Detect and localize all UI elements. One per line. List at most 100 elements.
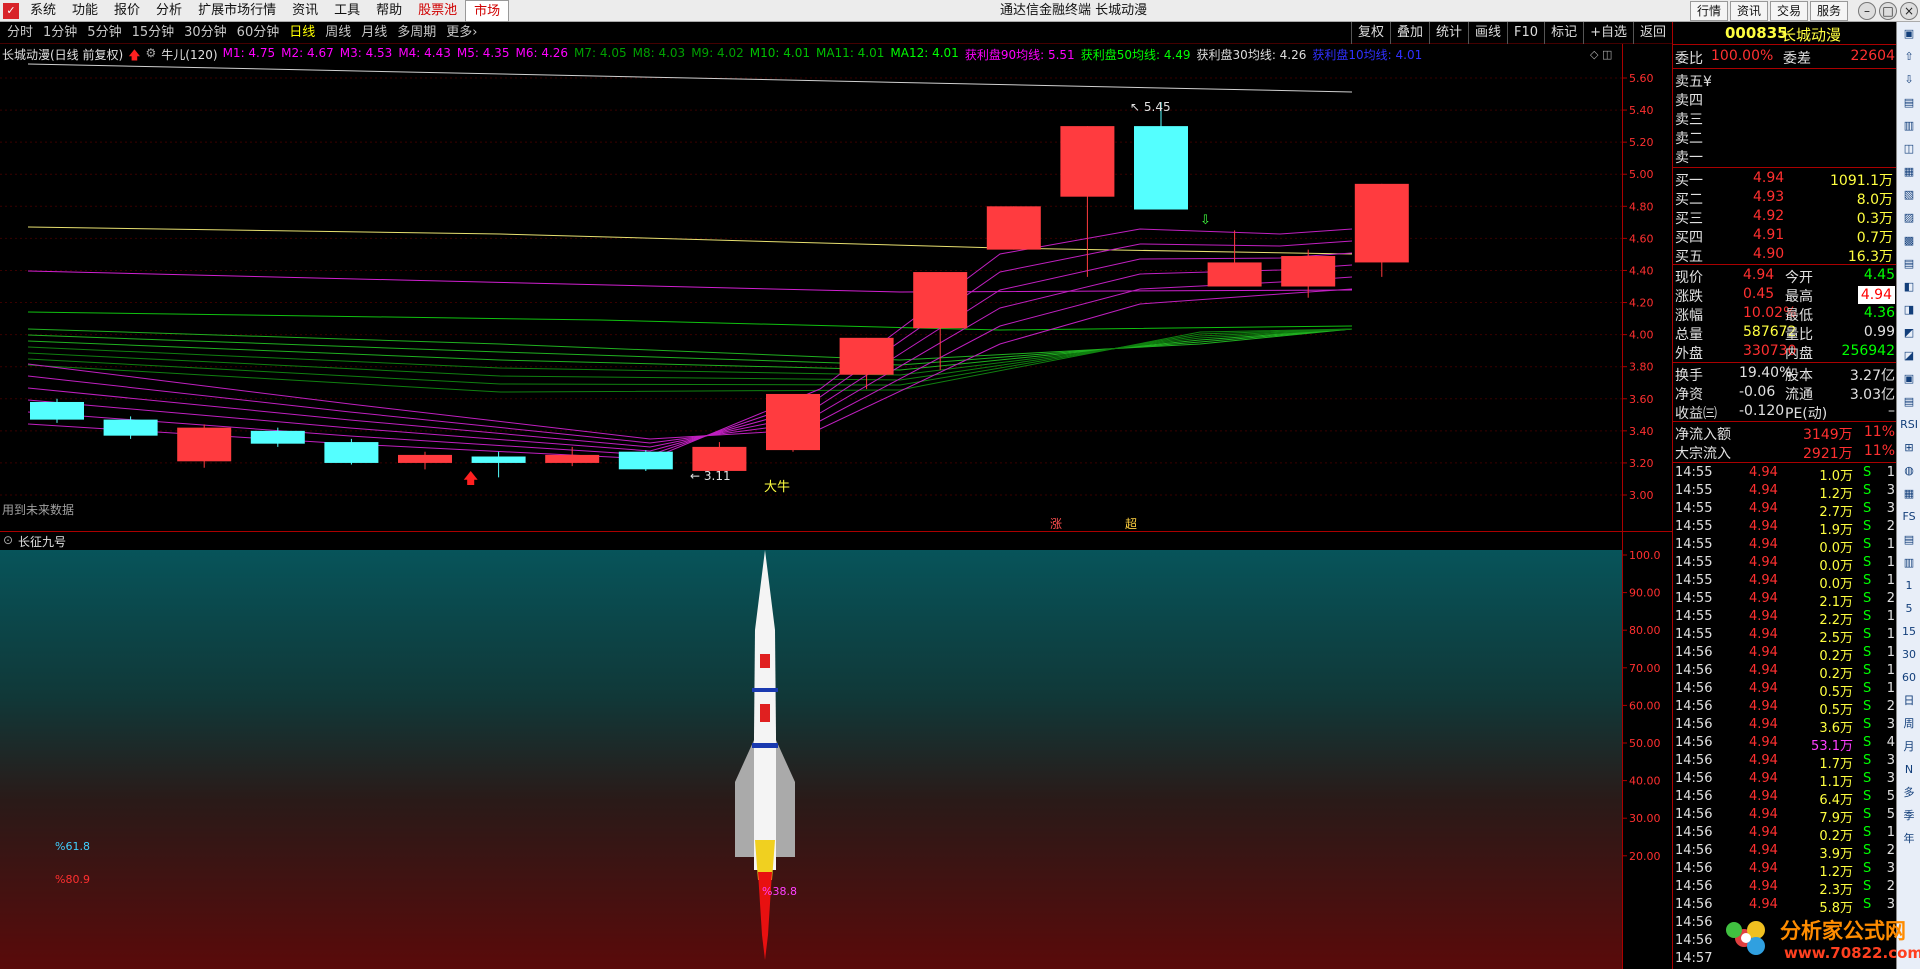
menu-item-0[interactable]: 系统 (22, 0, 64, 22)
chart-tool-3[interactable]: 画线 (1468, 22, 1507, 44)
menu-item-5[interactable]: 资讯 (284, 0, 326, 22)
tick-time: 14:56 (1675, 879, 1713, 894)
right-tool-button-20[interactable]: ▦ (1898, 483, 1920, 505)
top-button-1[interactable]: 资讯 (1729, 1, 1768, 21)
right-tool-button-31[interactable]: 月 (1898, 736, 1920, 758)
period-tab-1[interactable]: 1分钟 (38, 22, 82, 44)
settings-gear-icon[interactable]: ⚙ (146, 46, 157, 62)
price-tick: 4.40 (1629, 264, 1654, 277)
lower-indicator-title[interactable]: 长征九号 (18, 533, 66, 550)
right-tool-button-25[interactable]: 5 (1898, 598, 1920, 620)
close-icon[interactable]: × (1900, 2, 1918, 20)
right-tool-button-21[interactable]: FS (1898, 506, 1920, 528)
menu-item-2[interactable]: 报价 (106, 0, 148, 22)
top-right-buttons: 行情 资讯 交易 服务 (1688, 1, 1848, 21)
right-tool-button-12[interactable]: ◨ (1898, 299, 1920, 321)
chart-tool-6[interactable]: +自选 (1583, 22, 1633, 44)
right-tool-button-34[interactable]: 季 (1898, 805, 1920, 827)
right-tool-button-16[interactable]: ▤ (1898, 391, 1920, 413)
stock-name[interactable]: 长城动漫 (1781, 24, 1841, 45)
menu-item-4[interactable]: 扩展市场行情 (190, 0, 284, 22)
right-tool-button-6[interactable]: ▦ (1898, 161, 1920, 183)
sell-label: 卖二 (1675, 131, 1703, 147)
right-tool-button-26[interactable]: 15 (1898, 621, 1920, 643)
candle (398, 451, 452, 470)
right-tool-button-8[interactable]: ▨ (1898, 207, 1920, 229)
period-tab-6[interactable]: 日线 (284, 22, 320, 44)
right-tool-button-13[interactable]: ◩ (1898, 322, 1920, 344)
tick-row: 14:55 4.94 0.0万 S 1 (1673, 536, 1897, 556)
right-tool-button-22[interactable]: ▤ (1898, 529, 1920, 551)
menu-stock-pool[interactable]: 股票池 (410, 0, 465, 22)
right-tool-button-0[interactable]: ▣ (1898, 23, 1920, 45)
chart-tool-0[interactable]: 复权 (1350, 22, 1390, 44)
right-tool-button-2[interactable]: ⇩ (1898, 69, 1920, 91)
flow-value: 3149万 (1803, 427, 1853, 443)
right-tool-button-14[interactable]: ◪ (1898, 345, 1920, 367)
right-tool-button-17[interactable]: RSI (1898, 414, 1920, 436)
menu-item-3[interactable]: 分析 (148, 0, 190, 22)
chart-title[interactable]: 长城动漫(日线 前复权) (2, 46, 123, 62)
period-tab-8[interactable]: 月线 (356, 22, 392, 44)
tick-count: 4 (1886, 735, 1895, 750)
main-menu: 系统 功能 报价 分析 扩展市场行情 资讯 工具 帮助 股票池 市场 (22, 0, 510, 22)
indicator-name[interactable]: 牛儿(120) (161, 46, 217, 62)
period-tab-3[interactable]: 15分钟 (127, 22, 180, 44)
collapse-icon[interactable]: ⊙ (3, 533, 13, 547)
maximize-icon[interactable]: □ (1879, 2, 1897, 20)
chart-tool-5[interactable]: 标记 (1544, 22, 1583, 44)
minimize-icon[interactable]: – (1858, 2, 1876, 20)
stat-label: 涨跌 (1675, 289, 1703, 305)
right-tool-button-30[interactable]: 周 (1898, 713, 1920, 735)
right-tool-button-11[interactable]: ◧ (1898, 276, 1920, 298)
chart-tool-4[interactable]: F10 (1507, 22, 1544, 44)
right-tool-button-10[interactable]: ▤ (1898, 253, 1920, 275)
tick-side: S (1863, 807, 1872, 822)
right-tool-button-24[interactable]: 1 (1898, 575, 1920, 597)
period-tab-10[interactable]: 更多› (441, 22, 482, 44)
right-tool-button-9[interactable]: ▩ (1898, 230, 1920, 252)
period-tab-5[interactable]: 60分钟 (232, 22, 285, 44)
right-tool-button-4[interactable]: ▥ (1898, 115, 1920, 137)
right-tool-button-1[interactable]: ⇧ (1898, 46, 1920, 68)
stat-row: 涨跌 0.45 最高 4.94 (1673, 285, 1897, 305)
right-tool-button-28[interactable]: 60 (1898, 667, 1920, 689)
tick-count: 2 (1886, 519, 1895, 534)
legend-item-11: MA12: 4.01 (890, 46, 959, 60)
right-tool-button-18[interactable]: ⊞ (1898, 437, 1920, 459)
quote-panel: 000835 长城动漫 委比 100.00% 委差 22604 卖五¥ 卖四 卖三 卖二 卖一 买一 4… (1672, 22, 1897, 969)
chart-tool-7[interactable]: 返回 (1632, 22, 1672, 44)
top-button-3[interactable]: 服务 (1809, 1, 1848, 21)
top-button-2[interactable]: 交易 (1769, 1, 1808, 21)
tick-time: 14:56 (1675, 681, 1713, 696)
period-tab-4[interactable]: 30分钟 (179, 22, 232, 44)
period-tab-2[interactable]: 5分钟 (82, 22, 126, 44)
rocket-indicator-chart[interactable]: %61.8 %80.9 %38.8 (0, 550, 1622, 969)
period-tab-0[interactable]: 分时 (2, 22, 38, 44)
period-tab-9[interactable]: 多周期 (392, 22, 441, 44)
app-logo-icon[interactable]: ✓ (3, 3, 19, 19)
right-tool-button-19[interactable]: ◍ (1898, 460, 1920, 482)
top-button-0[interactable]: 行情 (1689, 1, 1728, 21)
weicha-label: 委差 (1783, 51, 1811, 67)
chart-tool-1[interactable]: 叠加 (1389, 22, 1429, 44)
chart-tool-2[interactable]: 统计 (1429, 22, 1468, 44)
right-tool-button-32[interactable]: N (1898, 759, 1920, 781)
right-tool-button-33[interactable]: 多 (1898, 782, 1920, 804)
menu-item-7[interactable]: 帮助 (368, 0, 410, 22)
right-tool-button-3[interactable]: ▤ (1898, 92, 1920, 114)
right-tool-button-29[interactable]: 日 (1898, 690, 1920, 712)
kline-chart[interactable]: ↖ 5.45 ← 3.11 大牛涨 超 🡅 ⇩ 用到未来数据 ◇ ◫ (0, 44, 1622, 531)
right-tool-button-15[interactable]: ▣ (1898, 368, 1920, 390)
menu-item-6[interactable]: 工具 (326, 0, 368, 22)
right-tool-button-7[interactable]: ▧ (1898, 184, 1920, 206)
stock-code[interactable]: 000835 (1725, 24, 1788, 42)
menu-market[interactable]: 市场 (465, 0, 510, 22)
right-tool-button-35[interactable]: 年 (1898, 828, 1920, 850)
menu-item-1[interactable]: 功能 (64, 0, 106, 22)
period-tab-7[interactable]: 周线 (320, 22, 356, 44)
sell-row: 卖二 (1673, 127, 1897, 147)
right-tool-button-23[interactable]: ▥ (1898, 552, 1920, 574)
right-tool-button-27[interactable]: 30 (1898, 644, 1920, 666)
right-tool-button-5[interactable]: ◫ (1898, 138, 1920, 160)
